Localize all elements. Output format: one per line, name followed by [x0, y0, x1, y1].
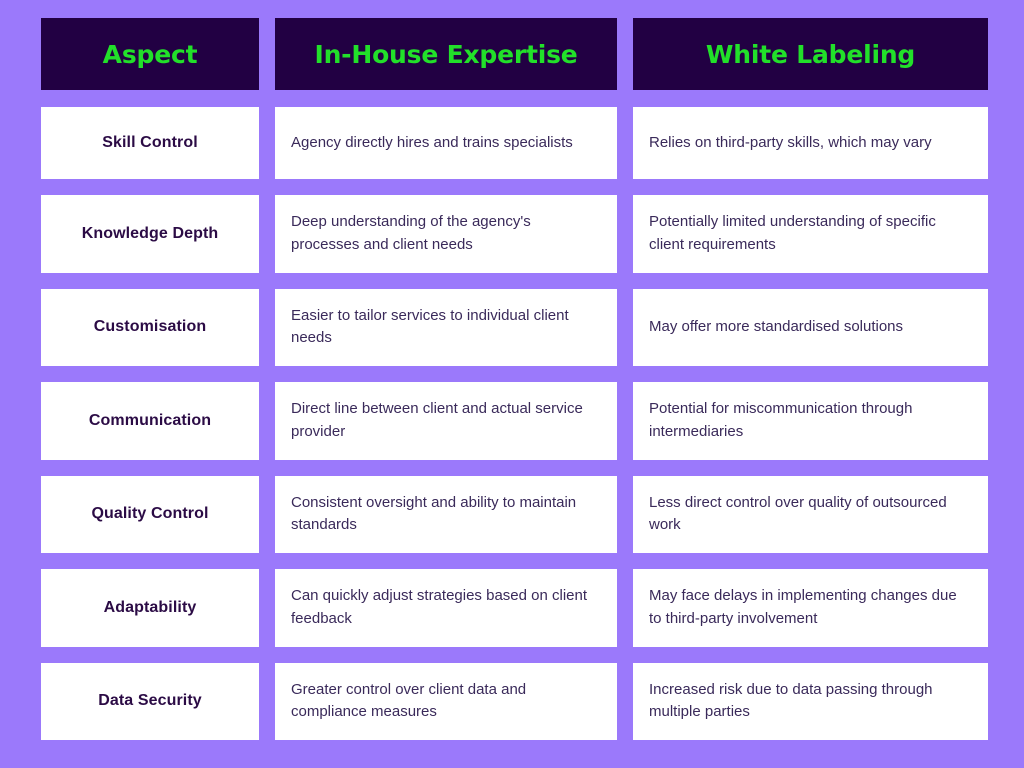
- column-header-in-house-expertise: In-House Expertise: [275, 18, 617, 90]
- table-row: Data Security Greater control over clien…: [41, 662, 988, 740]
- cell-in-house: Consistent oversight and ability to main…: [275, 475, 617, 553]
- table-header-row: Aspect In-House Expertise White Labeling: [41, 18, 988, 90]
- cell-aspect: Knowledge Depth: [41, 195, 259, 273]
- table-body: Skill Control Agency directly hires and …: [41, 107, 988, 740]
- cell-in-house: Deep understanding of the agency's proce…: [275, 195, 617, 273]
- cell-text: Can quickly adjust strategies based on c…: [291, 587, 588, 627]
- cell-in-house: Can quickly adjust strategies based on c…: [275, 569, 617, 647]
- cell-white-label: Potentially limited understanding of spe…: [633, 195, 988, 273]
- cell-in-house: Easier to tailor services to individual …: [275, 288, 617, 366]
- cell-text: Relies on third-party skills, which may …: [649, 133, 932, 151]
- cell-white-label: May offer more standardised solutions: [633, 288, 988, 366]
- cell-text: Easier to tailor services to individual …: [291, 306, 569, 347]
- comparison-table: Aspect In-House Expertise White Labeling…: [41, 18, 988, 740]
- table-row: Knowledge Depth Deep understanding of th…: [41, 195, 988, 273]
- cell-text: Knowledge Depth: [81, 224, 219, 242]
- cell-aspect: Quality Control: [41, 475, 259, 553]
- cell-text: Direct line between client and actual se…: [291, 400, 583, 440]
- cell-text: Quality Control: [91, 505, 209, 523]
- cell-text: Skill Control: [102, 134, 198, 152]
- cell-text: Adaptability: [103, 598, 197, 616]
- cell-aspect: Adaptability: [41, 569, 259, 647]
- cell-text: Deep understanding of the agency's proce…: [291, 213, 531, 253]
- cell-text: Communication: [88, 411, 212, 429]
- cell-aspect: Skill Control: [41, 107, 259, 179]
- cell-text: Agency directly hires and trains special…: [291, 133, 573, 151]
- column-header-white-labeling: White Labeling: [633, 18, 988, 90]
- cell-text: Increased risk due to data passing throu…: [649, 680, 933, 721]
- cell-white-label: Relies on third-party skills, which may …: [633, 107, 988, 179]
- column-header-label: White Labeling: [705, 39, 916, 69]
- cell-text: Potential for miscommunication through i…: [649, 400, 913, 440]
- column-header-label: In-House Expertise: [314, 39, 578, 69]
- cell-aspect: Customisation: [41, 288, 259, 366]
- cell-aspect: Communication: [41, 382, 259, 460]
- column-header-aspect: Aspect: [41, 18, 259, 90]
- cell-text: Customisation: [93, 318, 207, 336]
- cell-white-label: Less direct control over quality of outs…: [633, 475, 988, 553]
- cell-text: Data Security: [98, 692, 202, 710]
- cell-in-house: Greater control over client data and com…: [275, 662, 617, 740]
- column-header-label: Aspect: [102, 39, 198, 69]
- cell-in-house: Direct line between client and actual se…: [275, 382, 617, 460]
- table-row: Communication Direct line between client…: [41, 382, 988, 460]
- cell-text: Potentially limited understanding of spe…: [649, 213, 936, 253]
- cell-text: Greater control over client data and com…: [291, 680, 527, 721]
- table-row: Quality Control Consistent oversight and…: [41, 475, 988, 553]
- cell-white-label: Increased risk due to data passing throu…: [633, 662, 988, 740]
- cell-text: May face delays in implementing changes …: [649, 587, 957, 627]
- cell-white-label: Potential for miscommunication through i…: [633, 382, 988, 460]
- cell-white-label: May face delays in implementing changes …: [633, 569, 988, 647]
- table-row: Adaptability Can quickly adjust strategi…: [41, 569, 988, 647]
- table-row: Skill Control Agency directly hires and …: [41, 107, 988, 179]
- cell-text: May offer more standardised solutions: [649, 318, 904, 335]
- cell-in-house: Agency directly hires and trains special…: [275, 107, 617, 179]
- table-row: Customisation Easier to tailor services …: [41, 288, 988, 366]
- cell-aspect: Data Security: [41, 662, 259, 740]
- cell-text: Less direct control over quality of outs…: [649, 493, 947, 534]
- cell-text: Consistent oversight and ability to main…: [291, 493, 577, 534]
